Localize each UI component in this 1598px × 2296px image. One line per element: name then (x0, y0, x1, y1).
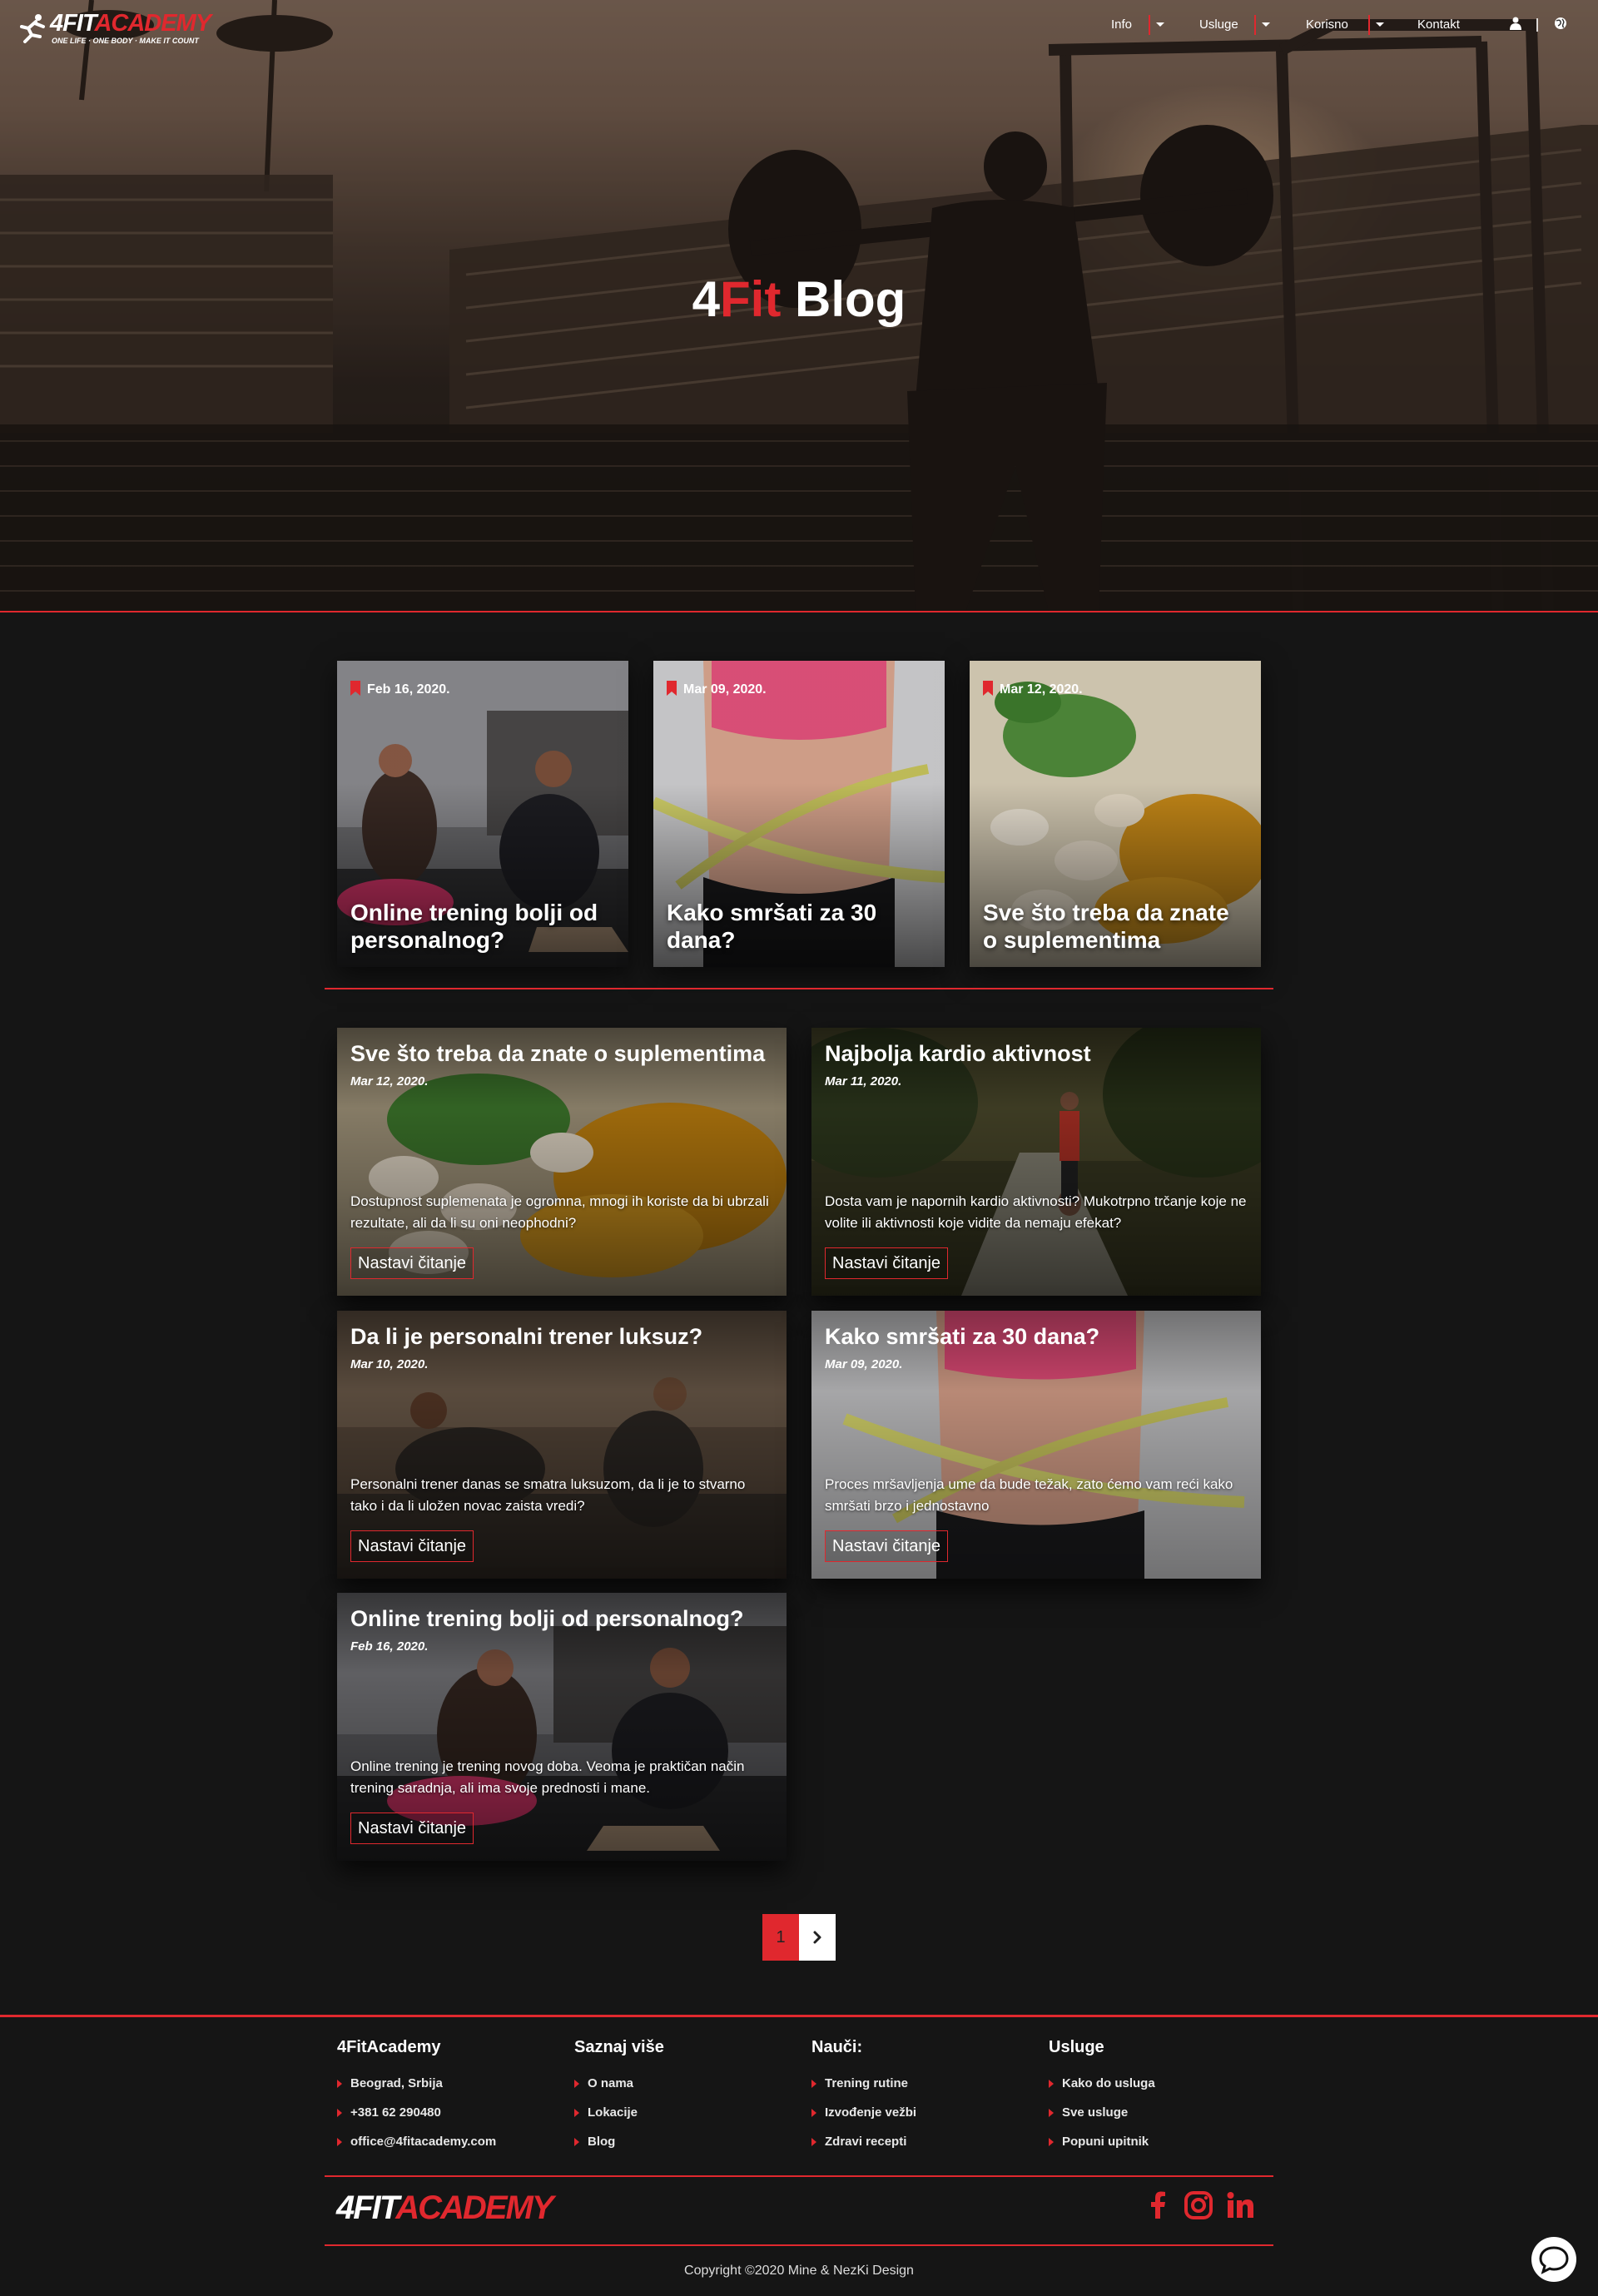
featured-date: Mar 12, 2020. (983, 682, 1083, 697)
blog-post-card[interactable]: Sve što treba da znate o suplementima Ma… (337, 1028, 787, 1296)
blog-post-card[interactable]: Online trening bolji od personalnog? Feb… (337, 1593, 787, 1861)
footer-heading: Usluge (1049, 2038, 1104, 2056)
post-excerpt: Personalni trener danas se smatra luksuz… (350, 1476, 746, 1514)
read-more-button[interactable]: Nastavi čitanje (350, 1247, 474, 1279)
instagram-icon[interactable] (1184, 2190, 1213, 2220)
site-logo[interactable]: 4FITACADEMY ONE LIFE · ONE BODY · MAKE I… (15, 7, 211, 47)
footer-link[interactable]: O nama (574, 2075, 807, 2105)
post-title[interactable]: Kako smršati za 30 dana? (825, 1322, 1249, 1351)
nav-korisno-dropdown-icon[interactable] (1368, 15, 1387, 35)
footer-link[interactable]: Kako do usluga (1049, 2075, 1282, 2105)
nav-separator (1536, 18, 1538, 32)
copyright-text: Copyright ©2020 Mine & NezKi Design (684, 2264, 914, 2278)
post-title[interactable]: Online trening bolji od personalnog? (350, 1604, 775, 1633)
post-date: Mar 10, 2020. (350, 1357, 429, 1371)
post-title[interactable]: Najbolja kardio aktivnost (825, 1039, 1249, 1068)
blog-post-card[interactable]: Najbolja kardio aktivnost Mar 11, 2020. … (811, 1028, 1261, 1296)
nav-usluge-dropdown-icon[interactable] (1254, 15, 1273, 35)
post-date: Mar 12, 2020. (350, 1074, 429, 1088)
footer-heading: 4FitAcademy (337, 2038, 441, 2056)
footer-link[interactable]: Izvođenje vežbi (811, 2105, 1045, 2134)
post-excerpt: Online trening je trening novog doba. Ve… (350, 1758, 745, 1796)
blog-post-card[interactable]: Da li je personalni trener luksuz? Mar 1… (337, 1311, 787, 1579)
footer-column-nauci: Nauči: Trening rutine Izvođenje vežbi Zd… (811, 2037, 1045, 2163)
featured-title[interactable]: Sve što treba da znate o suplementima (983, 899, 1249, 954)
pagination-page-current[interactable]: 1 (762, 1914, 799, 1961)
post-title[interactable]: Da li je personalni trener luksuz? (350, 1322, 775, 1351)
footer-logo[interactable]: 4FITACADEMY (336, 2189, 554, 2227)
footer-email-link[interactable]: office@4fitacademy.com (337, 2134, 570, 2163)
post-date: Feb 16, 2020. (350, 1639, 429, 1654)
footer-link[interactable]: Blog (574, 2134, 807, 2163)
post-excerpt: Dosta vam je napornih kardio aktivnosti?… (825, 1193, 1247, 1231)
featured-title[interactable]: Kako smršati za 30 dana? (667, 899, 933, 954)
user-icon[interactable] (1508, 17, 1523, 33)
globe-icon[interactable] (1553, 17, 1568, 33)
hero-banner: 4FITACADEMY ONE LIFE · ONE BODY · MAKE I… (0, 0, 1598, 612)
post-excerpt: Proces mršavljenja ume da bude težak, za… (825, 1476, 1233, 1514)
footer-column-saznaj: Saznaj više O nama Lokacije Blog (574, 2037, 807, 2163)
read-more-button[interactable]: Nastavi čitanje (825, 1247, 949, 1279)
nav-kontakt[interactable]: Kontakt (1417, 17, 1460, 33)
footer-link[interactable]: Sve usluge (1049, 2105, 1282, 2134)
featured-date: Mar 09, 2020. (667, 682, 767, 697)
chat-bubble-icon (1539, 2246, 1569, 2274)
footer-address: Beograd, Srbija (337, 2075, 570, 2105)
read-more-button[interactable]: Nastavi čitanje (825, 1530, 949, 1562)
section-divider (325, 988, 1273, 989)
footer-divider (325, 2175, 1273, 2177)
featured-date: Feb 16, 2020. (350, 682, 450, 697)
footer-heading: Nauči: (811, 2038, 863, 2056)
nav-korisno[interactable]: Korisno (1306, 17, 1348, 33)
footer-heading: Saznaj više (574, 2038, 664, 2056)
footer-link[interactable]: Lokacije (574, 2105, 807, 2134)
footer-bottom-divider (325, 2244, 1273, 2246)
post-date: Mar 11, 2020. (825, 1074, 902, 1088)
page-title: 4Fit Blog (692, 271, 906, 327)
runner-logo-icon (20, 14, 45, 43)
footer-column-usluge: Usluge Kako do usluga Sve usluge Popuni … (1049, 2037, 1282, 2163)
footer-link[interactable]: Popuni upitnik (1049, 2134, 1282, 2163)
footer-link[interactable]: Trening rutine (811, 2075, 1045, 2105)
chat-widget-button[interactable] (1531, 2237, 1576, 2282)
footer-column-contact: 4FitAcademy Beograd, Srbija +381 62 2904… (337, 2037, 570, 2163)
post-excerpt: Dostupnost suplemenata je ogromna, mnogi… (350, 1193, 769, 1231)
read-more-button[interactable]: Nastavi čitanje (350, 1530, 474, 1562)
footer-phone-link[interactable]: +381 62 290480 (337, 2105, 570, 2134)
footer-top-border (0, 2015, 1598, 2017)
read-more-button[interactable]: Nastavi čitanje (350, 1813, 474, 1844)
nav-info-dropdown-icon[interactable] (1149, 15, 1167, 35)
logo-tagline: ONE LIFE · ONE BODY · MAKE IT COUNT (52, 37, 199, 45)
chevron-right-icon (813, 1931, 821, 1944)
nav-usluge[interactable]: Usluge (1199, 17, 1238, 33)
post-date: Mar 09, 2020. (825, 1357, 903, 1371)
pagination-next-button[interactable] (799, 1914, 836, 1961)
featured-card[interactable]: Feb 16, 2020. Online trening bolji od pe… (337, 661, 628, 967)
featured-card[interactable]: Mar 12, 2020. Sve što treba da znate o s… (970, 661, 1261, 967)
top-navigation: 4FITACADEMY ONE LIFE · ONE BODY · MAKE I… (0, 0, 1598, 53)
post-title[interactable]: Sve što treba da znate o suplementima (350, 1039, 775, 1068)
nav-info[interactable]: Info (1111, 17, 1132, 33)
linkedin-icon[interactable] (1225, 2190, 1255, 2220)
featured-title[interactable]: Online trening bolji od personalnog? (350, 899, 617, 954)
footer-link[interactable]: Zdravi recepti (811, 2134, 1045, 2163)
featured-card[interactable]: Mar 09, 2020. Kako smršati za 30 dana? (653, 661, 945, 967)
logo-wordmark: 4FITACADEMY (50, 10, 211, 37)
facebook-icon[interactable] (1144, 2190, 1174, 2220)
blog-post-card[interactable]: Kako smršati za 30 dana? Mar 09, 2020. P… (811, 1311, 1261, 1579)
